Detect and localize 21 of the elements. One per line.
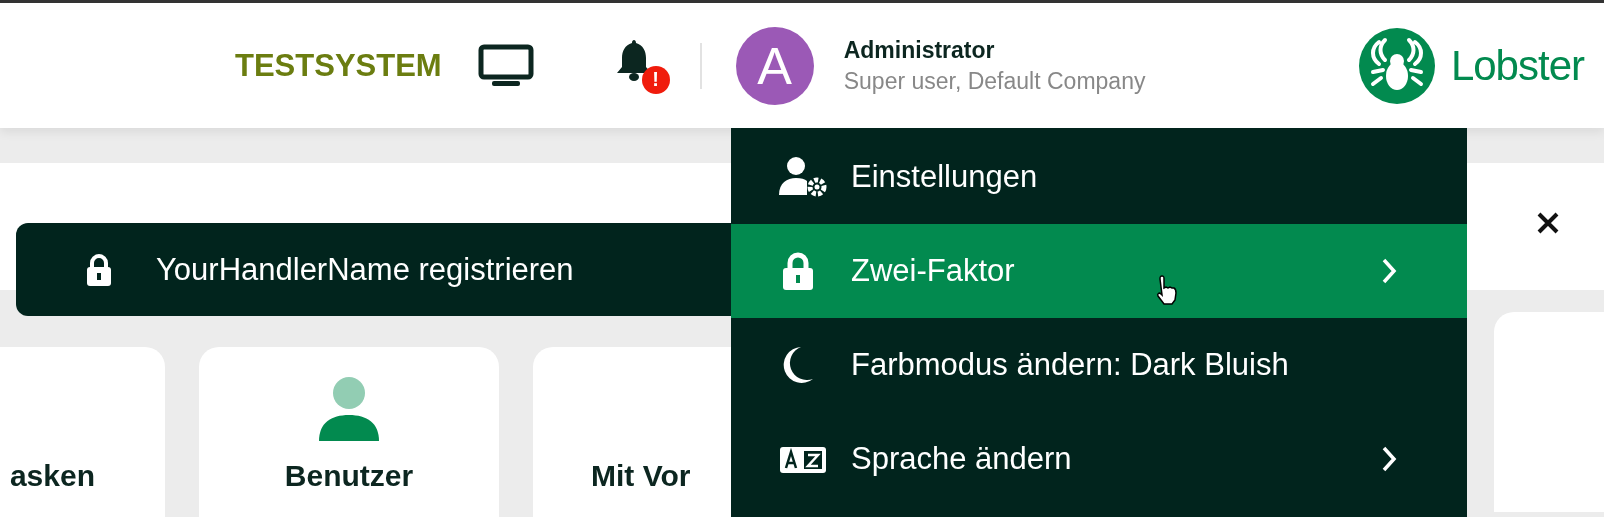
menu-item[interactable]: Farbmodus ändern: Dark Bluish bbox=[731, 318, 1467, 412]
tile-label: asken bbox=[9, 459, 95, 493]
tile-label: Benutzer bbox=[284, 459, 414, 493]
lock-icon bbox=[86, 253, 112, 286]
menu-item[interactable]: Zwei-Faktor bbox=[731, 224, 1467, 318]
tile-label: Mit Vor bbox=[591, 459, 691, 493]
user-name: Administrator bbox=[843, 36, 996, 64]
tile-card[interactable]: Benutzer bbox=[199, 347, 499, 517]
notification-badge: ! bbox=[641, 65, 670, 94]
menu-item[interactable]: Einstellungen bbox=[731, 130, 1467, 224]
menu-item[interactable]: Sprache ändern bbox=[731, 412, 1467, 506]
environment-label: TESTSYSTEM bbox=[235, 47, 442, 84]
user-avatar[interactable]: A bbox=[735, 26, 814, 105]
logo-text: Lobster bbox=[1450, 41, 1584, 90]
user-role: Super user, Default Company bbox=[843, 67, 1146, 95]
user-settings-icon bbox=[779, 157, 827, 197]
tile-card[interactable]: asken bbox=[0, 347, 165, 517]
hand-cursor-icon bbox=[1155, 274, 1179, 306]
submenu-item[interactable]: YourHandlerName registrieren bbox=[16, 223, 731, 316]
monitor-icon[interactable] bbox=[477, 43, 534, 88]
tile-card[interactable]: Mit Vor bbox=[533, 347, 731, 517]
